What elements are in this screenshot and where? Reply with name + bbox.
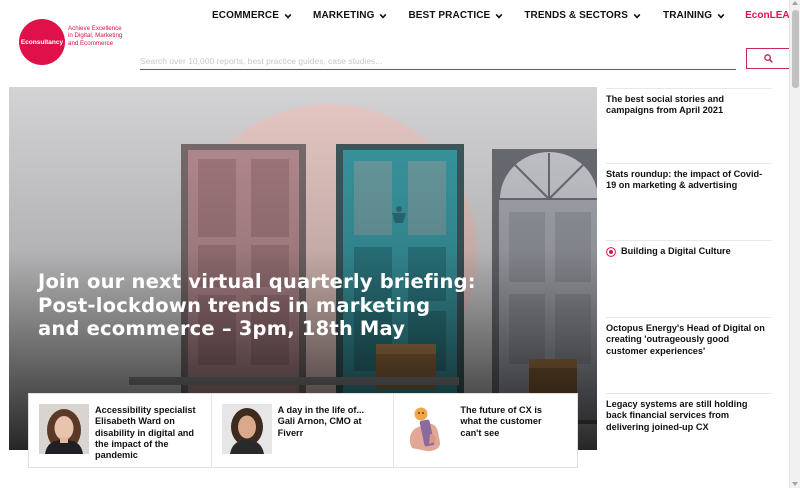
sidebar-article[interactable]: Stats roundup: the impact of Covid-19 on… bbox=[606, 163, 772, 192]
logo-tagline: Achieve Excellence in Digital, Marketing… bbox=[68, 25, 123, 47]
nav-item-ecommerce[interactable]: ECOMMERCE bbox=[212, 10, 292, 21]
article-card[interactable]: Accessibility specialist Elisabeth Ward … bbox=[29, 394, 212, 467]
nav-item-label: ECOMMERCE bbox=[212, 10, 280, 21]
nav-item-best-practice[interactable]: BEST PRACTICE bbox=[408, 10, 503, 21]
sidebar-article[interactable]: Legacy systems are still holding back fi… bbox=[606, 393, 772, 433]
chevron-down-icon bbox=[633, 13, 641, 19]
article-card[interactable]: A day in the life of... Gali Arnon, CMO … bbox=[212, 394, 395, 467]
article-title: A day in the life of... Gali Arnon, CMO … bbox=[277, 405, 365, 438]
sidebar-article[interactable]: Building a Digital Culture bbox=[606, 240, 772, 257]
chevron-down-icon bbox=[717, 13, 725, 19]
sidebar-article-title: Building a Digital Culture bbox=[621, 246, 731, 256]
search-icon bbox=[764, 54, 773, 63]
logo-text: Econsultancy bbox=[20, 38, 64, 46]
scroll-down-arrow-icon[interactable] bbox=[792, 482, 798, 486]
scroll-up-arrow-icon[interactable] bbox=[792, 1, 798, 5]
nav-item-training[interactable]: TRAINING bbox=[663, 10, 725, 21]
chevron-down-icon bbox=[284, 13, 292, 19]
nav-item-label: MARKETING bbox=[313, 10, 375, 21]
sidebar-article-title: Stats roundup: the impact of Covid-19 on… bbox=[606, 169, 763, 191]
sidebar-article-title: The best social stories and campaigns fr… bbox=[606, 94, 724, 116]
sidebar-article[interactable]: Octopus Energy's Head of Digital on crea… bbox=[606, 317, 772, 357]
nav-item-trends-sectors[interactable]: TRENDS & SECTORS bbox=[524, 10, 641, 21]
logo-circle: Econsultancy bbox=[19, 19, 65, 65]
person-portrait-image bbox=[221, 404, 272, 454]
sidebar-article[interactable]: The best social stories and campaigns fr… bbox=[606, 88, 772, 117]
sidebar-article-title: Legacy systems are still holding back fi… bbox=[606, 399, 748, 432]
article-card[interactable]: The future of CX is what the customer ca… bbox=[394, 394, 577, 467]
search-button[interactable] bbox=[746, 48, 791, 69]
chevron-down-icon bbox=[380, 13, 387, 19]
main-navigation: ECOMMERCE MARKETING BEST PRACTICE TRENDS… bbox=[212, 9, 800, 22]
sidebar-article-title: Octopus Energy's Head of Digital on crea… bbox=[606, 323, 765, 356]
hand-illustration-image bbox=[404, 404, 455, 454]
record-icon bbox=[606, 247, 616, 257]
article-thumbnail bbox=[221, 404, 272, 454]
nav-item-marketing[interactable]: MARKETING bbox=[313, 10, 387, 21]
article-title: Accessibility specialist Elisabeth Ward … bbox=[95, 405, 196, 461]
hero-title[interactable]: Join our next virtual quarterly briefing… bbox=[38, 270, 478, 341]
nav-item-label: BEST PRACTICE bbox=[408, 10, 491, 21]
nav-item-label: TRAINING bbox=[663, 10, 713, 21]
site-logo[interactable]: Econsultancy Achieve Excellence in Digit… bbox=[19, 19, 128, 65]
featured-articles: Accessibility specialist Elisabeth Ward … bbox=[28, 393, 578, 468]
article-thumbnail bbox=[39, 404, 89, 454]
page-scrollbar[interactable] bbox=[789, 0, 800, 488]
article-title: The future of CX is what the customer ca… bbox=[460, 405, 543, 438]
scrollbar-thumb[interactable] bbox=[792, 10, 799, 88]
chevron-down-icon bbox=[495, 13, 503, 19]
article-thumbnail bbox=[404, 404, 455, 454]
nav-item-label: TRENDS & SECTORS bbox=[524, 10, 628, 21]
search-input[interactable] bbox=[140, 48, 736, 70]
person-portrait-image bbox=[39, 404, 89, 454]
